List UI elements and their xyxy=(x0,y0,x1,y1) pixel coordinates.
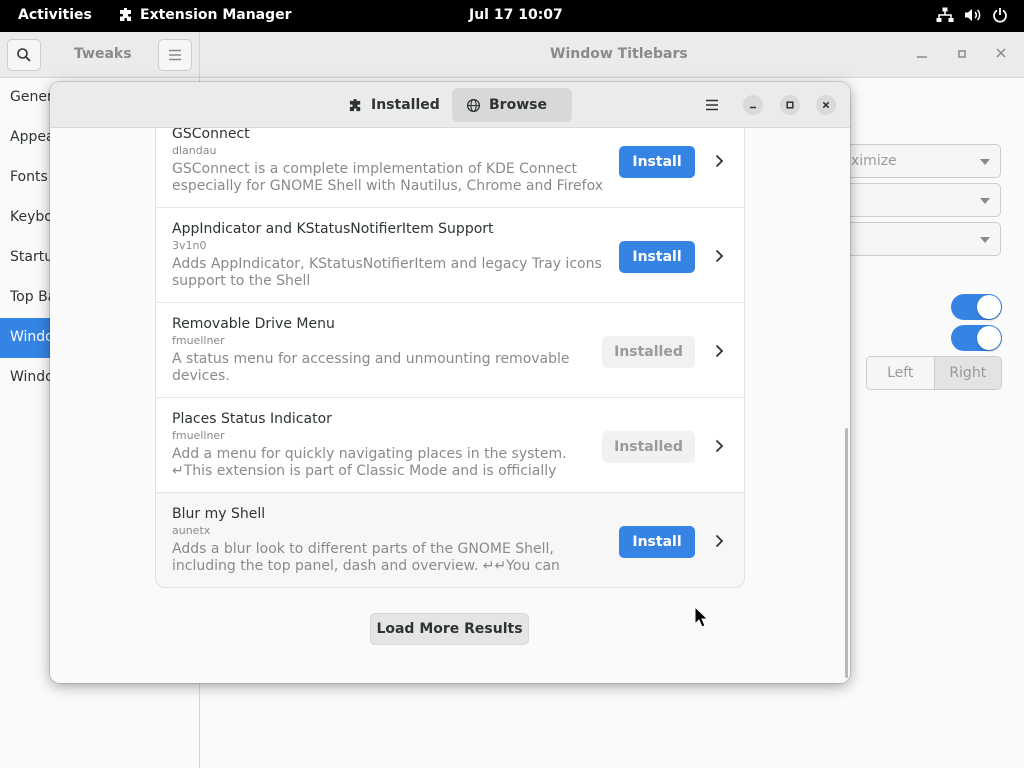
placement-right-button[interactable]: Right xyxy=(933,357,1001,389)
extension-description: Add a menu for quickly navigating places… xyxy=(172,446,567,479)
scrollbar[interactable] xyxy=(845,428,848,678)
browse-page[interactable]: GSConnect dlandau GSConnect is a complet… xyxy=(50,128,850,683)
list-item[interactable]: Blur my Shell aunetx Adds a blur look to… xyxy=(156,493,744,587)
installed-button: Installed xyxy=(602,336,695,368)
toggle-knob xyxy=(977,326,1001,350)
sidebar-item-label: Keybo xyxy=(10,209,53,225)
mouse-cursor-icon xyxy=(694,606,708,628)
secondary-click-combo[interactable] xyxy=(840,222,1001,256)
top-bar: Activities Extension Manager Jul 17 10:0… xyxy=(0,0,1024,32)
search-icon xyxy=(17,48,31,62)
install-button[interactable]: Install xyxy=(619,241,695,273)
maximize-button[interactable] xyxy=(956,46,968,64)
combo-value: ximize xyxy=(851,153,897,169)
sidebar-item-label: Gener xyxy=(10,89,53,105)
tweaks-search-button[interactable] xyxy=(7,39,41,71)
chevron-right-icon[interactable] xyxy=(711,153,727,169)
globe-icon xyxy=(466,98,481,112)
close-icon xyxy=(996,48,1006,58)
network-icon xyxy=(936,7,954,22)
close-button[interactable] xyxy=(995,46,1007,64)
extension-description: A status menu for accessing and unmounti… xyxy=(172,351,570,384)
extension-manager-window: Installed Browse GSConnect dlandau GSCon… xyxy=(50,82,850,683)
double-click-combo[interactable]: ximize xyxy=(840,144,1001,178)
chevron-right-icon[interactable] xyxy=(711,248,727,264)
load-more-button[interactable]: Load More Results xyxy=(370,613,529,645)
em-menu-button[interactable] xyxy=(702,95,722,115)
placement-left-button[interactable]: Left xyxy=(867,357,934,389)
tweaks-title: Tweaks xyxy=(74,46,132,62)
sidebar-item-label: Appea xyxy=(10,129,55,145)
tab-installed[interactable]: Installed xyxy=(334,88,454,122)
maximize-toggle[interactable] xyxy=(951,294,1002,320)
install-button[interactable]: Install xyxy=(619,526,695,558)
tab-installed-label: Installed xyxy=(371,97,440,113)
close-icon xyxy=(822,101,830,109)
chevron-right-icon[interactable] xyxy=(711,533,727,549)
list-item[interactable]: AppIndicator and KStatusNotifierItem Sup… xyxy=(156,208,744,303)
em-minimize-button[interactable] xyxy=(743,95,763,115)
extension-name: GSConnect xyxy=(172,128,250,142)
sidebar-item-label: Fonts xyxy=(10,169,48,185)
minimize-button[interactable] xyxy=(916,46,928,64)
sidebar-item-label: Windo xyxy=(10,369,54,385)
tab-browse-label: Browse xyxy=(489,97,547,113)
list-item[interactable]: Places Status Indicator fmuellner Add a … xyxy=(156,398,744,493)
chevron-down-icon xyxy=(980,198,990,204)
em-close-button[interactable] xyxy=(816,95,836,115)
em-header: Installed Browse xyxy=(50,82,850,128)
minimize-toggle[interactable] xyxy=(951,325,1002,351)
extension-name: AppIndicator and KStatusNotifierItem Sup… xyxy=(172,221,494,237)
tweaks-header-left: Tweaks xyxy=(0,32,200,78)
installed-button: Installed xyxy=(602,431,695,463)
system-tray[interactable] xyxy=(936,7,1008,23)
minimize-icon xyxy=(917,56,927,58)
maximize-icon xyxy=(786,101,794,109)
middle-click-combo[interactable] xyxy=(840,183,1001,217)
app-menu[interactable]: Extension Manager xyxy=(118,7,292,23)
list-item[interactable]: Removable Drive Menu fmuellner A status … xyxy=(156,303,744,398)
chevron-right-icon[interactable] xyxy=(711,438,727,454)
chevron-right-icon[interactable] xyxy=(711,343,727,359)
extension-creator: dlandau xyxy=(172,144,217,157)
em-maximize-button[interactable] xyxy=(780,95,800,115)
extension-creator: 3v1n0 xyxy=(172,239,207,252)
panel-title: Window Titlebars xyxy=(550,46,688,62)
tweaks-menu-button[interactable] xyxy=(158,39,192,71)
hamburger-icon xyxy=(169,49,181,61)
tweaks-header-right: Window Titlebars xyxy=(200,32,1024,78)
maximize-icon xyxy=(958,50,966,58)
volume-icon xyxy=(965,9,981,21)
extension-name: Places Status Indicator xyxy=(172,411,332,427)
extension-creator: fmuellner xyxy=(172,429,225,442)
power-icon xyxy=(993,8,1007,23)
activities-button[interactable]: Activities xyxy=(18,7,92,23)
chevron-down-icon xyxy=(980,159,990,165)
puzzle-icon xyxy=(349,98,361,111)
sidebar-item-label: Windo xyxy=(10,329,54,345)
extension-creator: aunetx xyxy=(172,524,211,537)
puzzle-icon xyxy=(120,8,131,21)
minimize-icon xyxy=(750,106,756,109)
search-results-list: GSConnect dlandau GSConnect is a complet… xyxy=(155,128,745,588)
clock[interactable]: Jul 17 10:07 xyxy=(469,7,563,23)
toggle-knob xyxy=(977,295,1001,319)
extension-description: Adds AppIndicator, KStatusNotifierItem a… xyxy=(172,256,602,289)
placement-selector: Left Right xyxy=(866,356,1002,390)
install-button[interactable]: Install xyxy=(619,146,695,178)
extension-description: Adds a blur look to different parts of t… xyxy=(172,541,560,574)
list-item[interactable]: GSConnect dlandau GSConnect is a complet… xyxy=(156,128,744,208)
sidebar-item-label: Startu xyxy=(10,249,54,265)
extension-description: GSConnect is a complete implementation o… xyxy=(172,161,604,194)
tab-browse[interactable]: Browse xyxy=(452,88,572,122)
extension-creator: fmuellner xyxy=(172,334,225,347)
app-name: Extension Manager xyxy=(140,7,292,23)
chevron-down-icon xyxy=(980,237,990,243)
extension-name: Removable Drive Menu xyxy=(172,316,335,332)
hamburger-icon xyxy=(706,99,718,111)
extension-name: Blur my Shell xyxy=(172,506,266,522)
